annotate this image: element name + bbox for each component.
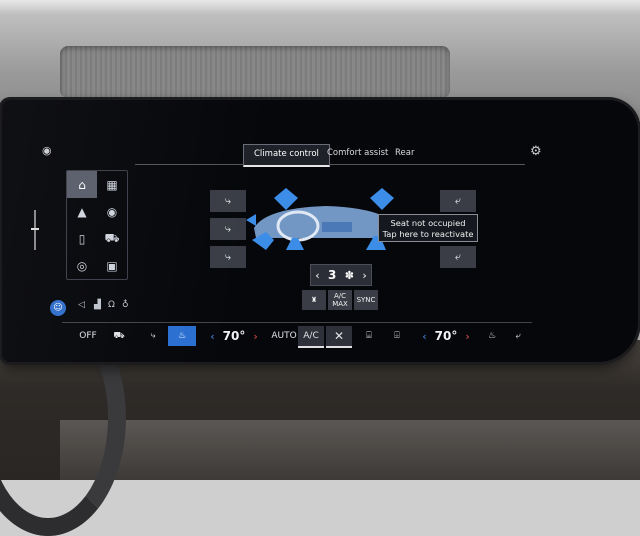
gear-icon[interactable]: ⚙: [530, 144, 542, 159]
passenger-temperature: 70°: [434, 329, 458, 343]
driver-temp-increase-button[interactable]: ›: [253, 330, 257, 343]
navigation-icon[interactable]: ▲: [67, 198, 97, 225]
driver-temperature-control: ‹ 70° ›: [202, 326, 266, 346]
volume-slider[interactable]: [31, 210, 39, 250]
passenger-temp-increase-button[interactable]: ›: [465, 330, 469, 343]
driver-seat-heat-button[interactable]: ♨: [168, 326, 196, 346]
sync-button[interactable]: SYNC: [354, 290, 378, 310]
home-icon[interactable]: ⌂: [67, 171, 97, 198]
fan-speed-control: ‹ 3 ✽ ›: [310, 264, 372, 286]
bottom-bar-divider: [62, 322, 532, 323]
passenger-temp-decrease-button[interactable]: ‹: [422, 330, 426, 343]
passenger-airflow-lower-button[interactable]: ⤶: [440, 246, 476, 268]
fan-icon: ✽: [344, 268, 354, 282]
air-vent: [60, 46, 450, 98]
seat-icon: ⤶: [454, 194, 462, 207]
bag-icon[interactable]: ▣: [97, 252, 127, 279]
popup-line1: Seat not occupied: [390, 218, 466, 228]
passenger-seat-ventilation-icon[interactable]: ⤶: [508, 326, 528, 346]
car-icon[interactable]: ⛟: [97, 225, 127, 252]
center-console: [322, 222, 352, 232]
tab-bar: Climate control Comfort assist Rear: [135, 142, 525, 167]
fan-increase-button[interactable]: ›: [362, 269, 366, 282]
dashboard-trim: [60, 420, 640, 480]
seat-icon: ⤷: [224, 250, 232, 263]
infotainment-screen: ◉ ⌂ ▦ ▲ ◉ ▯ ⛟ ◎ ▣ Climate control Comfor…: [2, 100, 638, 362]
apps-grid-icon[interactable]: ▦: [97, 171, 127, 198]
car-recirculation-icon[interactable]: ⛟: [108, 326, 130, 346]
driver-airflow-upper-button[interactable]: ⤷: [210, 190, 246, 212]
seat-heat-icon: ♜: [310, 296, 318, 304]
seat-not-occupied-popup[interactable]: Seat not occupied Tap here to reactivate: [378, 214, 478, 242]
seat-icon: ⤷: [224, 194, 232, 207]
seat-icon: ⤶: [454, 250, 462, 263]
passenger-airflow-upper-button[interactable]: ⤶: [440, 190, 476, 212]
driver-temp-decrease-button[interactable]: ‹: [210, 330, 214, 343]
radio-icon[interactable]: ◉: [97, 198, 127, 225]
seat-heat-icon: ♨: [177, 331, 187, 341]
signal-icon[interactable]: ▟: [94, 300, 101, 310]
app-launcher-grid: ⌂ ▦ ▲ ◉ ▯ ⛟ ◎ ▣: [66, 170, 128, 280]
tab-rear[interactable]: Rear: [385, 144, 424, 164]
rear-defrost-icon[interactable]: ⌹: [386, 326, 408, 346]
close-icon[interactable]: ✕: [326, 326, 352, 348]
bell-icon[interactable]: ◉: [42, 144, 52, 157]
passenger-seat-heat-icon[interactable]: ♨: [482, 326, 502, 346]
passenger-temperature-control: ‹ 70° ›: [414, 326, 478, 346]
airflow-arrow-left-up: [274, 188, 298, 210]
ac-max-label: A/C MAX: [332, 292, 348, 308]
headset-icon[interactable]: Ω: [108, 300, 115, 310]
climate-off-button[interactable]: OFF: [76, 326, 100, 346]
driver-airflow-middle-button[interactable]: ⤷: [210, 218, 246, 240]
airflow-arrow-right-up: [370, 188, 394, 210]
driver-airflow-lower-button[interactable]: ⤷: [210, 246, 246, 268]
driver-temperature: 70°: [222, 329, 246, 343]
ac-button[interactable]: A/C: [298, 326, 324, 348]
volume-icon[interactable]: ◁: [78, 300, 85, 310]
front-defrost-icon[interactable]: ⌸: [358, 326, 380, 346]
user-icon: ☺: [53, 303, 63, 313]
seat-heat-button[interactable]: ♜: [302, 290, 326, 310]
seat-icon: ⤷: [224, 222, 232, 235]
phone-icon[interactable]: ▯: [67, 225, 97, 252]
profile-avatar[interactable]: ☺: [50, 300, 66, 316]
seat-ventilation-icon[interactable]: ⤷: [142, 326, 164, 346]
airflow-arrow-left-side: [246, 214, 256, 226]
media-icon[interactable]: ◎: [67, 252, 97, 279]
sync-label: SYNC: [356, 296, 376, 304]
auto-button[interactable]: AUTO: [270, 326, 298, 346]
ac-max-button[interactable]: A/C MAX: [328, 290, 352, 310]
microphone-icon[interactable]: ♁: [122, 300, 129, 310]
popup-line2: Tap here to reactivate: [382, 229, 474, 239]
fan-decrease-button[interactable]: ‹: [315, 269, 319, 282]
fan-level: 3: [327, 268, 337, 282]
